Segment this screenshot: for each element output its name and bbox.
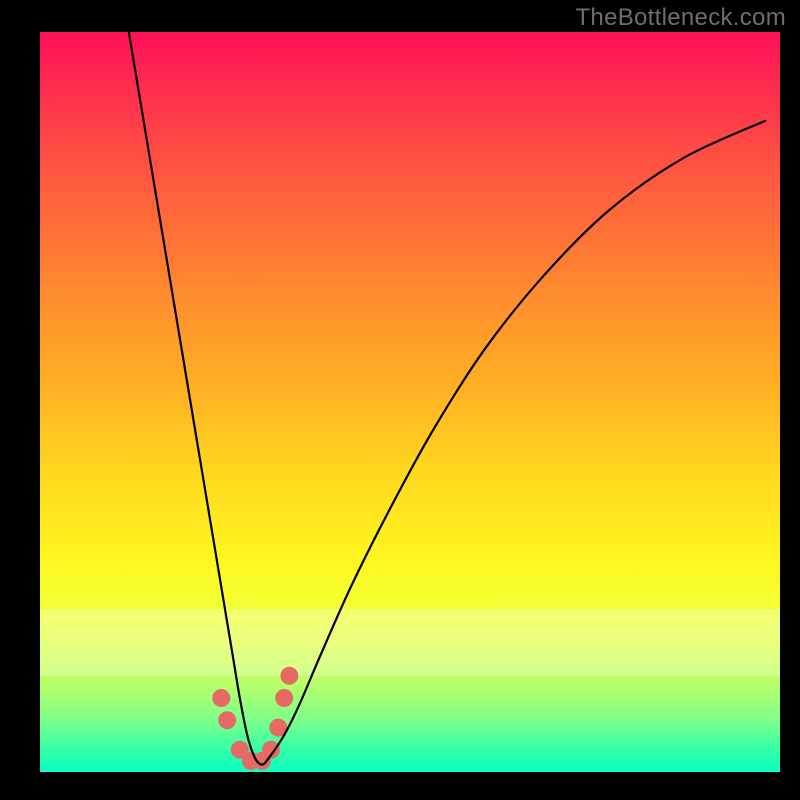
chart-frame: TheBottleneck.com bbox=[0, 0, 800, 800]
highlight-dot bbox=[275, 689, 293, 707]
highlight-dots bbox=[212, 667, 298, 770]
highlight-dot bbox=[218, 711, 236, 729]
plot-area bbox=[40, 32, 780, 772]
highlight-dot bbox=[280, 667, 298, 685]
highlight-dot bbox=[212, 689, 230, 707]
curve-layer bbox=[40, 32, 780, 772]
bottleneck-curve bbox=[129, 32, 765, 765]
watermark-text: TheBottleneck.com bbox=[575, 4, 786, 32]
